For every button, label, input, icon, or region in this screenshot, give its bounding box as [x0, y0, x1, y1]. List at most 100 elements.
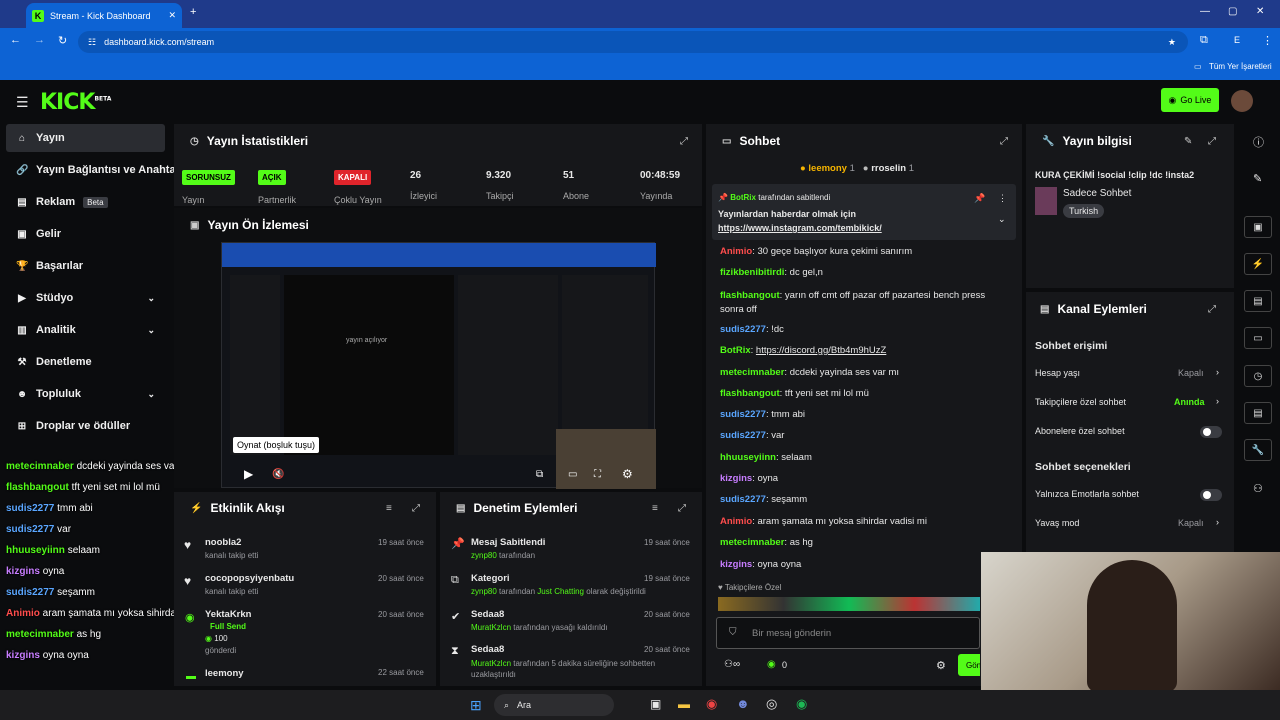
- subscriber-only-toggle[interactable]: [1200, 426, 1222, 438]
- overlay-chat-line: flashbangout tft yeni set mi lol mü: [6, 482, 160, 493]
- minimize-icon[interactable]: —: [1200, 6, 1210, 17]
- chrome-icon[interactable]: ◉: [706, 696, 717, 712]
- follower-only-label: ♥ Takipçilere Özel: [718, 583, 782, 592]
- file-explorer-icon[interactable]: ▬: [678, 697, 690, 711]
- link-icon: 🔗: [16, 164, 29, 176]
- panel-title: Etkinlik Akışı: [210, 501, 285, 515]
- mute-icon[interactable]: 🔇: [272, 469, 284, 480]
- expand-icon[interactable]: ⤢: [680, 136, 688, 147]
- pinned-link[interactable]: https://www.instagram.com/tembikick/: [718, 223, 882, 233]
- sidebar-item-drops[interactable]: ⊞ Droplar ve ödüller: [6, 412, 165, 440]
- theater-icon[interactable]: ▭: [568, 469, 577, 480]
- more-icon[interactable]: ⋮: [998, 193, 1007, 204]
- browser-menu-icon[interactable]: ⋮: [1262, 34, 1273, 47]
- obs-icon[interactable]: ◎: [766, 696, 777, 712]
- unpin-icon[interactable]: 📌: [974, 193, 985, 204]
- spotify-icon[interactable]: ◉: [796, 696, 807, 712]
- channel-actions-panel: ▤ Kanal Eylemleri ⤢ Sohbet erişimi Hesap …: [1026, 292, 1234, 562]
- expand-icon[interactable]: ⤢: [1208, 136, 1216, 147]
- expand-icon[interactable]: ⤢: [1208, 304, 1216, 315]
- sidebar-item-revenue[interactable]: ▣ Gelir: [6, 220, 165, 248]
- all-bookmarks-link[interactable]: Tüm Yer İşaretleri: [1209, 62, 1272, 71]
- chat-input[interactable]: ⛉ Bir mesaj gönderin: [716, 617, 980, 649]
- extensions-icon[interactable]: ⧉: [1200, 34, 1208, 47]
- new-tab-icon[interactable]: +: [190, 6, 196, 18]
- url-text: dashboard.kick.com/stream: [104, 37, 215, 47]
- sidebar-item-stream-key[interactable]: 🔗 Yayın Bağlantısı ve Anahtar: [6, 156, 176, 184]
- infinity-icon[interactable]: ⚇∞: [724, 659, 740, 670]
- expand-icon[interactable]: ⤢: [1000, 136, 1008, 147]
- emote-bar[interactable]: [718, 597, 980, 611]
- windows-start-icon[interactable]: ⊞: [470, 697, 482, 714]
- filter-icon[interactable]: ≡: [652, 503, 658, 514]
- maximize-icon[interactable]: ▢: [1228, 6, 1237, 17]
- reload-icon[interactable]: ↻: [58, 34, 67, 47]
- sidebar-item-achievements[interactable]: 🏆 Başarılar: [6, 252, 165, 280]
- expand-icon[interactable]: ⤢: [412, 503, 420, 514]
- task-view-icon[interactable]: ▣: [650, 697, 661, 711]
- browser-tab[interactable]: K Stream - Kick Dashboard ✕: [26, 3, 182, 28]
- pip-icon[interactable]: ⧉: [536, 469, 543, 480]
- rail-channel-button[interactable]: ▤: [1244, 402, 1272, 424]
- sidebar-item-yayin[interactable]: ⌂ Yayın: [6, 124, 165, 152]
- category-name[interactable]: Sadece Sohbet: [1063, 188, 1131, 199]
- category-icon: ⧉: [451, 574, 459, 586]
- go-live-button[interactable]: ◉ Go Live: [1161, 88, 1219, 112]
- rail-preview-button[interactable]: ▣: [1244, 216, 1272, 238]
- info-icon[interactable]: ⓘ: [1253, 134, 1264, 150]
- taskbar-search[interactable]: ⌕ Ara: [494, 694, 614, 716]
- rail-moderation-button[interactable]: ▤: [1244, 290, 1272, 312]
- chat-input-placeholder: Bir mesaj gönderin: [752, 628, 832, 639]
- settings-gear-icon[interactable]: ⚙: [622, 467, 633, 481]
- sidebar-item-community[interactable]: ☻ Topluluk ⌄: [6, 380, 165, 408]
- chevron-right-icon[interactable]: ›: [1216, 367, 1219, 377]
- chevron-right-icon[interactable]: ›: [1216, 517, 1219, 527]
- chevron-right-icon[interactable]: ›: [1216, 396, 1219, 406]
- rail-stats-button[interactable]: ◷: [1244, 365, 1272, 387]
- stream-info-panel: 🔧 Yayın bilgisi ✎ ⤢ KURA ÇEKİMİ !social !…: [1026, 124, 1234, 288]
- hamburger-menu-icon[interactable]: ☰: [16, 94, 29, 111]
- kick-logo[interactable]: KICKBETA: [40, 90, 111, 115]
- status-badge: KAPALI: [334, 170, 372, 185]
- close-tab-icon[interactable]: ✕: [168, 10, 176, 21]
- edit-icon[interactable]: ✎: [1184, 136, 1192, 147]
- forward-icon[interactable]: →: [34, 34, 45, 46]
- profile-button[interactable]: E: [1234, 35, 1240, 45]
- chat-settings-icon[interactable]: ⚙: [936, 659, 946, 672]
- back-icon[interactable]: ←: [10, 34, 21, 46]
- site-info-icon[interactable]: ☷: [88, 37, 96, 48]
- rail-activity-button[interactable]: ⚡: [1244, 253, 1272, 275]
- setting-follower-only[interactable]: Takipçilere özel sohbet: [1035, 397, 1126, 407]
- expand-icon[interactable]: ⤢: [678, 503, 686, 514]
- sidebar-item-analytics[interactable]: ▥ Analitik ⌄: [6, 316, 165, 344]
- activity-item: ♥: [184, 538, 191, 552]
- sidebar-item-ads[interactable]: ▤ Reklam Beta: [6, 188, 165, 216]
- setting-slow-mode[interactable]: Yavaş mod: [1035, 518, 1079, 528]
- preview-icon: ▣: [1253, 221, 1263, 233]
- chevron-down-icon[interactable]: ⌄: [998, 214, 1006, 225]
- gift-icon: ⊞: [17, 420, 27, 432]
- fullscreen-icon[interactable]: ⛶: [594, 469, 601, 480]
- chevron-down-icon: ⌄: [147, 324, 155, 335]
- send-button[interactable]: Gönder: [958, 654, 980, 676]
- sidebar-item-moderation[interactable]: ⚒ Denetleme: [6, 348, 165, 376]
- moderation-actions-panel: ▤ Denetim Eylemleri ≡ ⤢ 📌 Mesaj Sabitlend…: [440, 492, 702, 686]
- emote-only-toggle[interactable]: [1200, 489, 1222, 501]
- edit-icon[interactable]: ✎: [1253, 172, 1262, 185]
- play-icon[interactable]: ▶: [244, 467, 253, 481]
- sidebar-item-studio[interactable]: ▶ Stüdyo ⌄: [6, 284, 165, 312]
- url-field[interactable]: ☷ dashboard.kick.com/stream ★: [78, 31, 1188, 53]
- chat-message: Animio: aram şamata mı yoksa sihirdar va…: [720, 516, 927, 527]
- community-icon[interactable]: ⚇: [1253, 482, 1263, 495]
- discord-icon[interactable]: ☻: [736, 696, 750, 711]
- rail-chat-button[interactable]: ▭: [1244, 327, 1272, 349]
- chat-link[interactable]: https://discord.gg/Btb4m9hUzZ: [756, 345, 886, 356]
- status-badge: SORUNSUZ: [182, 170, 235, 185]
- avatar[interactable]: [1231, 90, 1253, 112]
- filter-icon[interactable]: ≡: [386, 503, 392, 514]
- close-window-icon[interactable]: ✕: [1256, 6, 1264, 17]
- setting-account-age[interactable]: Hesap yaşı: [1035, 368, 1080, 378]
- bookmark-star-icon[interactable]: ★: [1168, 37, 1176, 48]
- stream-stats-panel: ◷ Yayın İstatistikleri ⤢ SORUNSUZ Yayın AÇ…: [174, 124, 702, 206]
- rail-info-button[interactable]: 🔧: [1244, 439, 1272, 461]
